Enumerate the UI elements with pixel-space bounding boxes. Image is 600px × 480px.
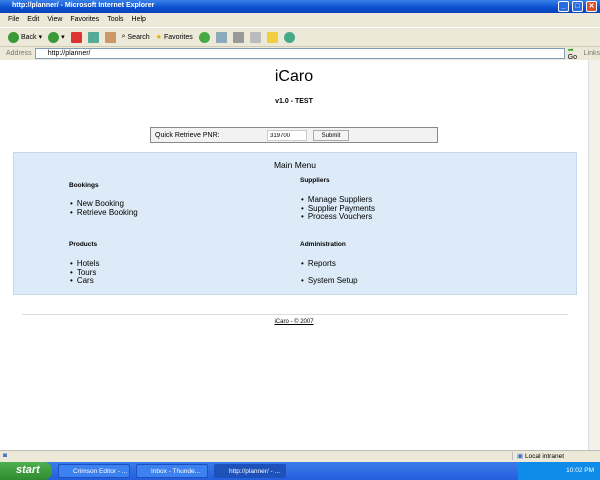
- page-icon: ◙: [3, 452, 7, 459]
- go-arrow-icon: ➡: [567, 47, 574, 54]
- home-icon[interactable]: [104, 31, 116, 43]
- zone-indicator: ▣ Local intranet: [512, 452, 564, 460]
- close-button[interactable]: ✕: [586, 1, 597, 12]
- vertical-scrollbar[interactable]: [588, 60, 600, 450]
- system-tray: 10:02 PM: [518, 462, 600, 480]
- edit-icon[interactable]: [249, 31, 261, 43]
- taskbar-item-thunderbird[interactable]: Inbox - Thunde...: [136, 464, 208, 478]
- reports-link[interactable]: Reports: [301, 259, 358, 269]
- administration-list: Reports System Setup: [301, 259, 358, 286]
- pnr-input[interactable]: [267, 130, 307, 141]
- intranet-icon: ▣: [517, 453, 524, 460]
- stop-icon[interactable]: [70, 31, 82, 43]
- suppliers-heading: Suppliers: [300, 177, 330, 184]
- products-list: Hotels Tours Cars: [70, 259, 100, 286]
- back-button[interactable]: Back ▾: [8, 31, 42, 43]
- window-title: http://planner/ - Microsoft Internet Exp…: [12, 2, 155, 9]
- menu-help[interactable]: Help: [132, 16, 146, 27]
- forward-button[interactable]: ▾: [48, 31, 65, 43]
- star-icon: ★: [155, 34, 162, 41]
- app-version: v1.0 - TEST: [275, 98, 313, 105]
- search-label: Search: [127, 33, 150, 41]
- menu-file[interactable]: File: [8, 16, 19, 27]
- administration-heading: Administration: [300, 241, 346, 248]
- submit-button[interactable]: Submit: [313, 130, 349, 141]
- go-button[interactable]: ➡ Go: [568, 46, 581, 61]
- favorites-label: Favorites: [163, 33, 193, 41]
- print-icon[interactable]: [232, 31, 244, 43]
- menu-tools[interactable]: Tools: [107, 16, 123, 27]
- retrieve-booking-link[interactable]: Retrieve Booking: [70, 208, 138, 218]
- products-heading: Products: [69, 241, 98, 248]
- quick-retrieve-form: Quick Retrieve PNR: Submit: [150, 127, 438, 143]
- bookings-list: New Booking Retrieve Booking: [70, 199, 138, 218]
- address-label: Address: [6, 50, 32, 57]
- bookings-heading: Bookings: [69, 182, 99, 189]
- history-icon[interactable]: [198, 31, 210, 43]
- search-button[interactable]: ⌕ Search: [122, 33, 150, 41]
- status-bar: ◙ ▣ Local intranet: [0, 450, 600, 462]
- footer-divider: [22, 314, 568, 315]
- address-bar: Address http://planner/ ➡ Go Links: [0, 46, 600, 61]
- main-menu-panel: Main Menu Bookings New Booking Retrieve …: [13, 152, 577, 295]
- links-button[interactable]: Links: [584, 50, 600, 57]
- menu-edit[interactable]: Edit: [27, 16, 39, 27]
- process-vouchers-link[interactable]: Process Vouchers: [301, 212, 375, 222]
- menu-bar: File Edit View Favorites Tools Help: [0, 13, 600, 27]
- app-title: iCaro: [274, 68, 314, 85]
- window-title-bar: http://planner/ - Microsoft Internet Exp…: [0, 0, 600, 13]
- forward-arrow-icon: [48, 31, 60, 43]
- taskbar: start Crimson Editor - ... Inbox - Thund…: [0, 462, 600, 480]
- clock: 10:02 PM: [566, 467, 594, 474]
- taskbar-item-ie[interactable]: http://planner/ - ...: [214, 464, 286, 478]
- maximize-button[interactable]: □: [572, 1, 583, 12]
- toolbar: Back ▾ ▾ ⌕ Search ★ Favorites: [0, 27, 600, 46]
- start-button[interactable]: start: [0, 462, 52, 480]
- zone-label: Local intranet: [524, 453, 564, 460]
- back-arrow-icon: [8, 31, 19, 43]
- main-menu-title: Main Menu: [273, 160, 317, 170]
- footer-link[interactable]: iCaro - © 2007: [0, 319, 588, 325]
- cars-link[interactable]: Cars: [70, 276, 100, 286]
- minimize-button[interactable]: _: [558, 1, 569, 12]
- favorites-button[interactable]: ★ Favorites: [155, 33, 193, 42]
- system-setup-link[interactable]: System Setup: [301, 276, 358, 286]
- notes-icon[interactable]: [266, 31, 278, 43]
- address-input[interactable]: http://planner/: [34, 48, 565, 59]
- menu-view[interactable]: View: [47, 16, 62, 27]
- pnr-label: Quick Retrieve PNR:: [155, 131, 220, 139]
- mail-icon[interactable]: [215, 31, 227, 43]
- search-icon: ⌕: [121, 33, 126, 40]
- refresh-icon[interactable]: [87, 31, 99, 43]
- menu-favorites[interactable]: Favorites: [70, 16, 99, 27]
- back-label: Back: [21, 33, 37, 41]
- messenger-icon[interactable]: [283, 31, 295, 43]
- suppliers-list: Manage Suppliers Supplier Payments Proce…: [301, 195, 375, 222]
- taskbar-item-crimson-editor[interactable]: Crimson Editor - ...: [58, 464, 130, 478]
